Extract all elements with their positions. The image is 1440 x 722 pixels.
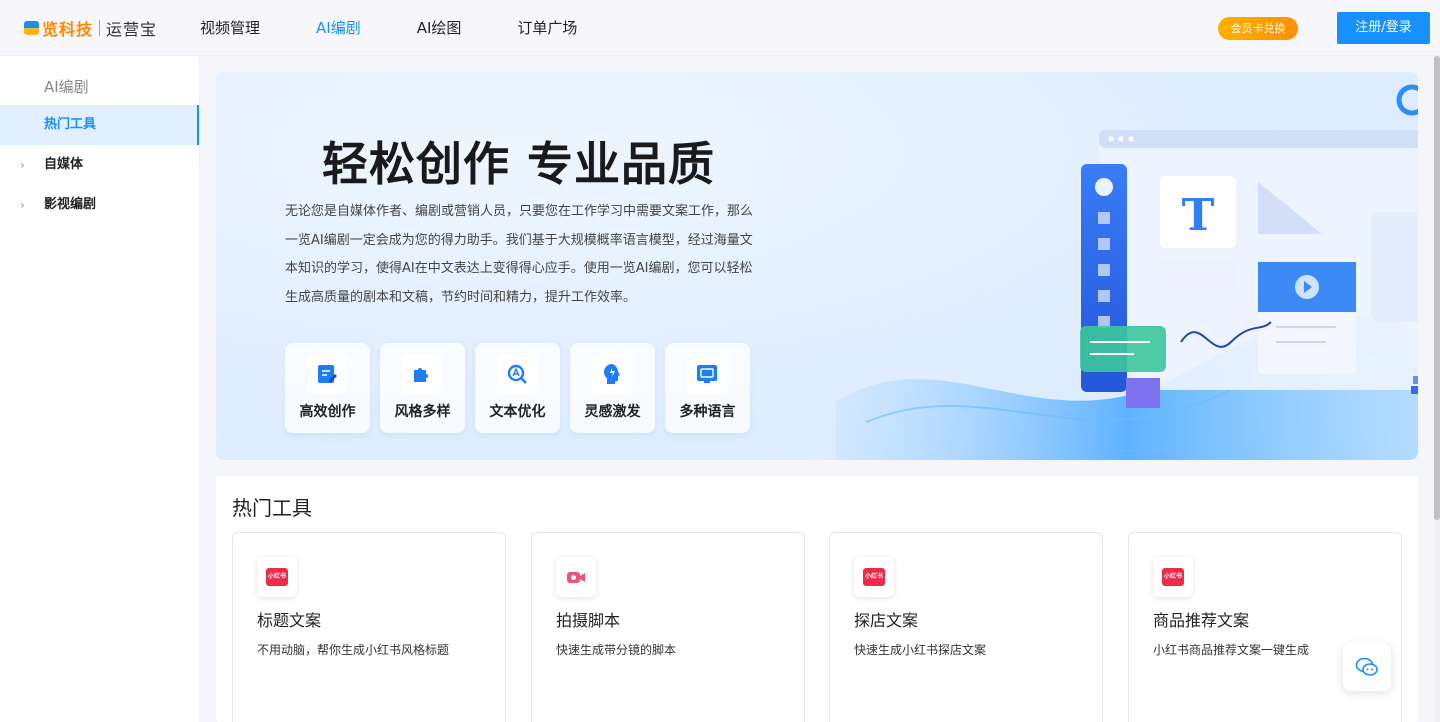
xiaohongshu-icon: 小红书 — [1153, 557, 1193, 597]
card-title: 标题文案 — [257, 611, 322, 630]
tool-card-product-recommend[interactable]: 小红书 商品推荐文案 小红书商品推荐文案一键生成 — [1128, 532, 1402, 722]
card-title: 商品推荐文案 — [1153, 611, 1250, 630]
video-camera-icon — [556, 557, 596, 597]
top-bar: 览科技 运营宝 视频管理 AI编剧 AI绘图 订单广场 会员卡兑换 注册/登录 — [0, 0, 1440, 56]
edit-doc-icon — [307, 354, 347, 394]
banner-description: 无论您是自媒体作者、编剧或营销人员，只要您在工作学习中需要文案工作，那么一览AI… — [285, 204, 754, 305]
sidebar: AI编剧 热门工具 › 自媒体 › 影视编剧 — [0, 56, 200, 722]
nav-ai-drawing[interactable]: AI绘图 — [417, 0, 462, 56]
nav-order-square[interactable]: 订单广场 — [517, 0, 577, 56]
sidebar-title: AI编剧 — [44, 78, 89, 96]
puzzle-icon — [402, 354, 442, 394]
vip-card-redeem-button[interactable]: 会员卡兑换 — [1218, 17, 1298, 40]
feature-multilingual[interactable]: 多种语言 — [665, 343, 750, 433]
sidebar-item-self-media[interactable]: › 自媒体 — [0, 145, 199, 185]
card-description: 快速生成带分镜的脚本 — [556, 643, 677, 657]
svg-text:T: T — [1182, 190, 1215, 241]
feature-label: 文本优化 — [489, 404, 546, 420]
card-description: 快速生成小红书探店文案 — [854, 643, 987, 657]
feature-text-optimization[interactable]: 文本优化 — [475, 343, 560, 433]
logo-brand: 览科技 — [42, 20, 94, 39]
logo-separator — [99, 20, 101, 36]
logo-subtitle: 运营宝 — [106, 20, 158, 39]
card-title: 拍摄脚本 — [556, 611, 621, 630]
customer-service-chat-button[interactable] — [1343, 643, 1391, 691]
nav-ai-script[interactable]: AI编剧 — [316, 0, 361, 56]
tool-card-store-visit[interactable]: 小红书 探店文案 快速生成小红书探店文案 — [829, 532, 1103, 722]
xiaohongshu-icon: 小红书 — [854, 557, 894, 597]
sidebar-item-hot-tools[interactable]: 热门工具 — [0, 105, 199, 145]
sidebar-item-label: 影视编剧 — [44, 197, 97, 212]
banner-illustration: T — [836, 84, 1418, 460]
hero-banner: 轻松创作 专业品质 无论您是自媒体作者、编剧或营销人员，只要您在工作学习中需要文… — [216, 72, 1418, 460]
feature-efficient-creation[interactable]: 高效创作 — [285, 343, 370, 433]
sidebar-item-label: 热门工具 — [44, 117, 97, 132]
feature-label: 灵感激发 — [584, 404, 641, 420]
nav-video-management[interactable]: 视频管理 — [200, 0, 260, 56]
page-scrollbar[interactable] — [1434, 56, 1440, 722]
language-screen-icon — [687, 354, 727, 394]
chevron-right-icon: › — [20, 158, 25, 172]
feature-label: 高效创作 — [299, 404, 356, 420]
hot-tools-panel: 热门工具 小红书 标题文案 不用动脑，帮你生成小红书风格标题 拍摄脚本 快速生成… — [216, 476, 1418, 722]
feature-label: 风格多样 — [394, 404, 451, 420]
tool-card-shooting-script[interactable]: 拍摄脚本 快速生成带分镜的脚本 — [531, 532, 805, 722]
card-description: 小红书商品推荐文案一键生成 — [1153, 643, 1310, 657]
chat-icon — [1355, 657, 1378, 676]
feature-label: 多种语言 — [679, 404, 736, 420]
banner-headline: 轻松创作 专业品质 — [322, 137, 716, 191]
idea-head-icon — [592, 354, 632, 394]
logo-mark-icon — [24, 21, 39, 35]
section-title: 热门工具 — [232, 496, 312, 520]
scrollbar-thumb[interactable] — [1434, 56, 1440, 520]
chevron-right-icon: › — [20, 198, 25, 212]
main-nav: 视频管理 AI编剧 AI绘图 订单广场 — [200, 0, 633, 56]
xiaohongshu-icon: 小红书 — [257, 557, 297, 597]
card-description: 不用动脑，帮你生成小红书风格标题 — [257, 643, 450, 657]
text-search-icon — [497, 354, 537, 394]
logo[interactable]: 览科技 运营宝 — [24, 16, 157, 40]
sidebar-item-film-script[interactable]: › 影视编剧 — [0, 185, 199, 225]
feature-diverse-styles[interactable]: 风格多样 — [380, 343, 465, 433]
card-title: 探店文案 — [854, 611, 919, 630]
tool-card-title-copy[interactable]: 小红书 标题文案 不用动脑，帮你生成小红书风格标题 — [232, 532, 506, 722]
feature-inspiration[interactable]: 灵感激发 — [570, 343, 655, 433]
sidebar-item-label: 自媒体 — [44, 157, 84, 172]
register-login-button[interactable]: 注册/登录 — [1337, 12, 1430, 44]
